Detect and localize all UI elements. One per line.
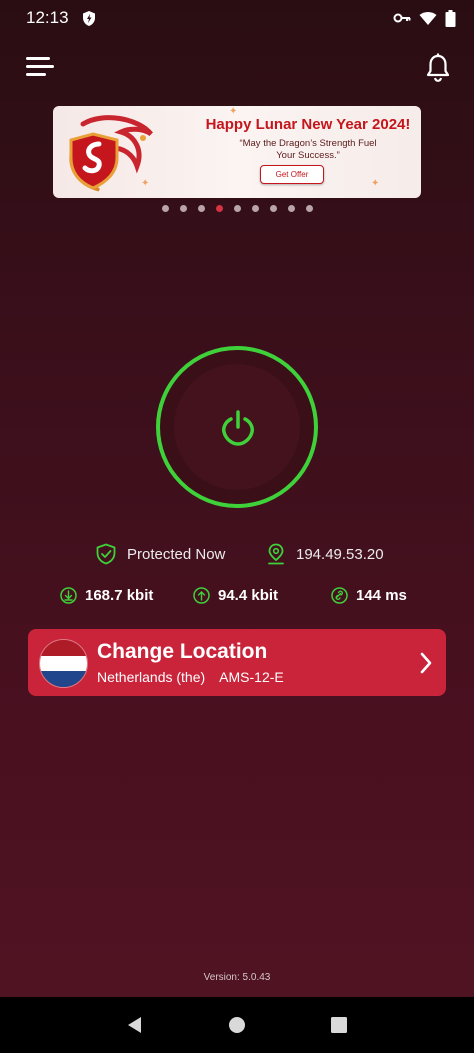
protection-status: Protected Now bbox=[95, 543, 225, 565]
home-circle-icon bbox=[229, 1017, 245, 1033]
ping-latency: 144 ms bbox=[331, 587, 407, 604]
bell-icon bbox=[426, 53, 450, 82]
menu-button[interactable] bbox=[24, 52, 58, 82]
carousel-dot[interactable] bbox=[233, 205, 241, 212]
back-triangle-icon bbox=[128, 1017, 141, 1033]
chevron-right-icon bbox=[420, 652, 432, 674]
location-country: Netherlands (the) bbox=[97, 669, 206, 685]
wifi-icon bbox=[419, 11, 437, 25]
ping-text: 144 ms bbox=[356, 587, 407, 604]
status-bar: 12:13 bbox=[0, 0, 474, 36]
battery-icon bbox=[445, 9, 456, 27]
status-time: 12:13 bbox=[26, 8, 69, 27]
sparkle-icon: ✦ bbox=[141, 178, 150, 189]
location-details: Netherlands (the) AMS-12-E bbox=[97, 669, 284, 685]
get-offer-button[interactable]: Get Offer bbox=[260, 165, 324, 184]
link-icon bbox=[331, 587, 348, 604]
promo-banner[interactable]: ✦ ✦ ✦ Happy Lunar New Year 2024! “May th… bbox=[53, 106, 421, 198]
carousel-dot[interactable] bbox=[179, 205, 187, 212]
carousel-dot-active[interactable] bbox=[215, 205, 223, 212]
download-icon bbox=[60, 587, 77, 604]
upload-speed: 94.4 kbit bbox=[193, 587, 278, 604]
shield-vpn-icon bbox=[82, 10, 95, 26]
download-speed-text: 168.7 kbit bbox=[85, 587, 154, 604]
home-button[interactable] bbox=[226, 1014, 248, 1036]
carousel-dot[interactable] bbox=[305, 205, 313, 212]
recents-button[interactable] bbox=[328, 1014, 350, 1036]
carousel-dot[interactable] bbox=[269, 205, 277, 212]
banner-subtitle-line: “May the Dragon’s Strength Fuel bbox=[239, 138, 377, 149]
carousel-dot[interactable] bbox=[161, 205, 169, 212]
recents-square-icon bbox=[331, 1017, 347, 1033]
ip-address-text: 194.49.53.20 bbox=[296, 545, 384, 563]
shield-check-icon bbox=[96, 543, 116, 565]
netherlands-flag-icon bbox=[39, 639, 88, 688]
back-button[interactable] bbox=[124, 1014, 146, 1036]
banner-subtitle: “May the Dragon’s Strength Fuel Your Suc… bbox=[218, 138, 398, 162]
carousel-dot[interactable] bbox=[197, 205, 205, 212]
banner-subtitle-line: Your Success.” bbox=[276, 150, 340, 161]
connect-power-button[interactable] bbox=[156, 346, 318, 508]
carousel-dot[interactable] bbox=[251, 205, 259, 212]
change-location-title: Change Location bbox=[97, 640, 268, 663]
protection-status-text: Protected Now bbox=[127, 545, 226, 563]
upload-icon bbox=[193, 587, 210, 604]
power-icon bbox=[222, 410, 254, 446]
ip-address: 194.49.53.20 bbox=[266, 543, 384, 565]
power-button-inner bbox=[174, 364, 300, 490]
app-version: Version: 5.0.43 bbox=[203, 972, 271, 983]
key-icon bbox=[393, 13, 411, 23]
sparkle-icon: ✦ bbox=[371, 178, 380, 189]
hamburger-menu-icon bbox=[26, 57, 54, 76]
notifications-button[interactable] bbox=[424, 52, 452, 84]
upload-speed-text: 94.4 kbit bbox=[218, 587, 279, 604]
carousel-dot[interactable] bbox=[287, 205, 295, 212]
location-pin-icon bbox=[268, 543, 284, 565]
system-navigation-bar bbox=[0, 997, 474, 1053]
banner-title: Happy Lunar New Year 2024! bbox=[205, 116, 411, 133]
carousel-indicator bbox=[0, 205, 474, 212]
change-location-button[interactable]: Change Location Netherlands (the) AMS-12… bbox=[28, 629, 446, 696]
download-speed: 168.7 kbit bbox=[60, 587, 153, 604]
location-server: AMS-12-E bbox=[219, 669, 284, 685]
